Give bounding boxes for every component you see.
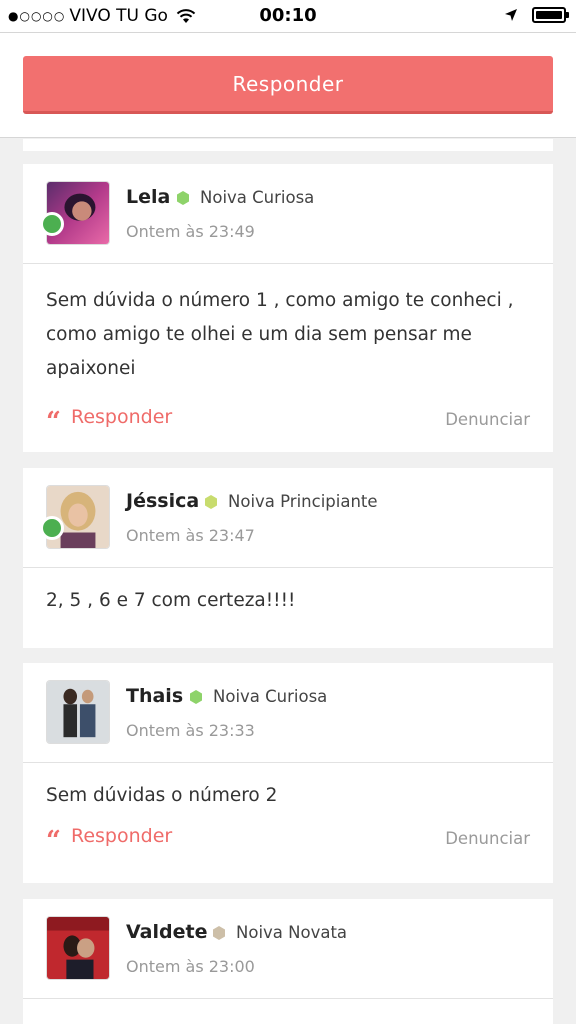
comment-time: Ontem às 23:49 xyxy=(126,222,255,241)
comment-text: Sem dúvida o número 1 , como amigo te co… xyxy=(46,290,514,379)
author-name[interactable]: Jéssica xyxy=(126,490,199,512)
avatar-image xyxy=(46,916,110,980)
reply-button[interactable]: Responder xyxy=(23,56,553,114)
hexagon-icon xyxy=(177,190,189,205)
avatar-image xyxy=(46,680,110,744)
online-indicator xyxy=(40,212,64,236)
comment-card: Valdete Noiva Novata Ontem às 23:00 xyxy=(23,899,553,1024)
hexagon-icon xyxy=(205,494,217,509)
author-rank: Noiva Novata xyxy=(212,923,347,942)
hexagon-icon xyxy=(213,925,225,940)
rank-label: Noiva Principiante xyxy=(228,492,378,511)
avatar[interactable] xyxy=(40,181,110,245)
comment-text: Sem dúvidas o número 2 xyxy=(46,785,278,806)
comment-time: Ontem às 23:33 xyxy=(126,721,255,740)
rank-label: Noiva Novata xyxy=(236,923,348,942)
reply-link[interactable]: “ Responder xyxy=(46,825,173,854)
hexagon-icon xyxy=(190,689,202,704)
author-rank: Noiva Curiosa xyxy=(189,687,327,706)
rank-label: Noiva Curiosa xyxy=(200,188,315,207)
comment-header: Lela Noiva Curiosa Ontem às 23:49 xyxy=(23,164,553,264)
author-name[interactable]: Lela xyxy=(126,186,170,208)
avatar[interactable] xyxy=(40,485,110,549)
previous-card-edge xyxy=(23,139,553,151)
battery-icon xyxy=(532,7,569,23)
comment-header: Thais Noiva Curiosa Ontem às 23:33 xyxy=(23,663,553,763)
reply-link-label: Responder xyxy=(70,825,173,847)
status-bar: ●○○○○ VIVO TU Go 00:10 xyxy=(0,0,576,32)
top-action-bar: Responder xyxy=(0,32,576,138)
report-link[interactable]: Denunciar xyxy=(445,410,530,429)
clock: 00:10 xyxy=(259,5,317,26)
rank-label: Noiva Curiosa xyxy=(213,687,328,706)
reply-link[interactable]: “ Responder xyxy=(46,406,173,435)
comment-actions: “ Responder Denunciar xyxy=(23,400,553,450)
comment-actions: “ Responder Denunciar xyxy=(23,819,553,869)
comment-header: Jéssica Noiva Principiante Ontem às 23:4… xyxy=(23,468,553,568)
reply-link-label: Responder xyxy=(70,406,173,428)
comment-time: Ontem às 23:47 xyxy=(126,526,255,545)
quote-icon: “ xyxy=(46,407,61,437)
comment-card: Lela Noiva Curiosa Ontem às 23:49 Sem dú… xyxy=(23,164,553,452)
report-link[interactable]: Denunciar xyxy=(445,829,530,848)
comment-card: Thais Noiva Curiosa Ontem às 23:33 Sem d… xyxy=(23,663,553,883)
location-arrow-icon xyxy=(505,9,517,21)
comment-text: 2, 5 , 6 e 7 com certeza!!!! xyxy=(46,590,296,611)
online-indicator xyxy=(40,516,64,540)
avatar[interactable] xyxy=(46,916,110,980)
avatar[interactable] xyxy=(46,680,110,744)
author-rank: Noiva Curiosa xyxy=(176,188,314,207)
quote-icon: “ xyxy=(46,826,61,856)
author-name[interactable]: Valdete xyxy=(126,921,207,943)
author-rank: Noiva Principiante xyxy=(204,492,378,511)
comment-time: Ontem às 23:00 xyxy=(126,957,255,976)
author-name[interactable]: Thais xyxy=(126,685,183,707)
comment-card: Jéssica Noiva Principiante Ontem às 23:4… xyxy=(23,468,553,648)
comment-header: Valdete Noiva Novata Ontem às 23:00 xyxy=(23,899,553,999)
